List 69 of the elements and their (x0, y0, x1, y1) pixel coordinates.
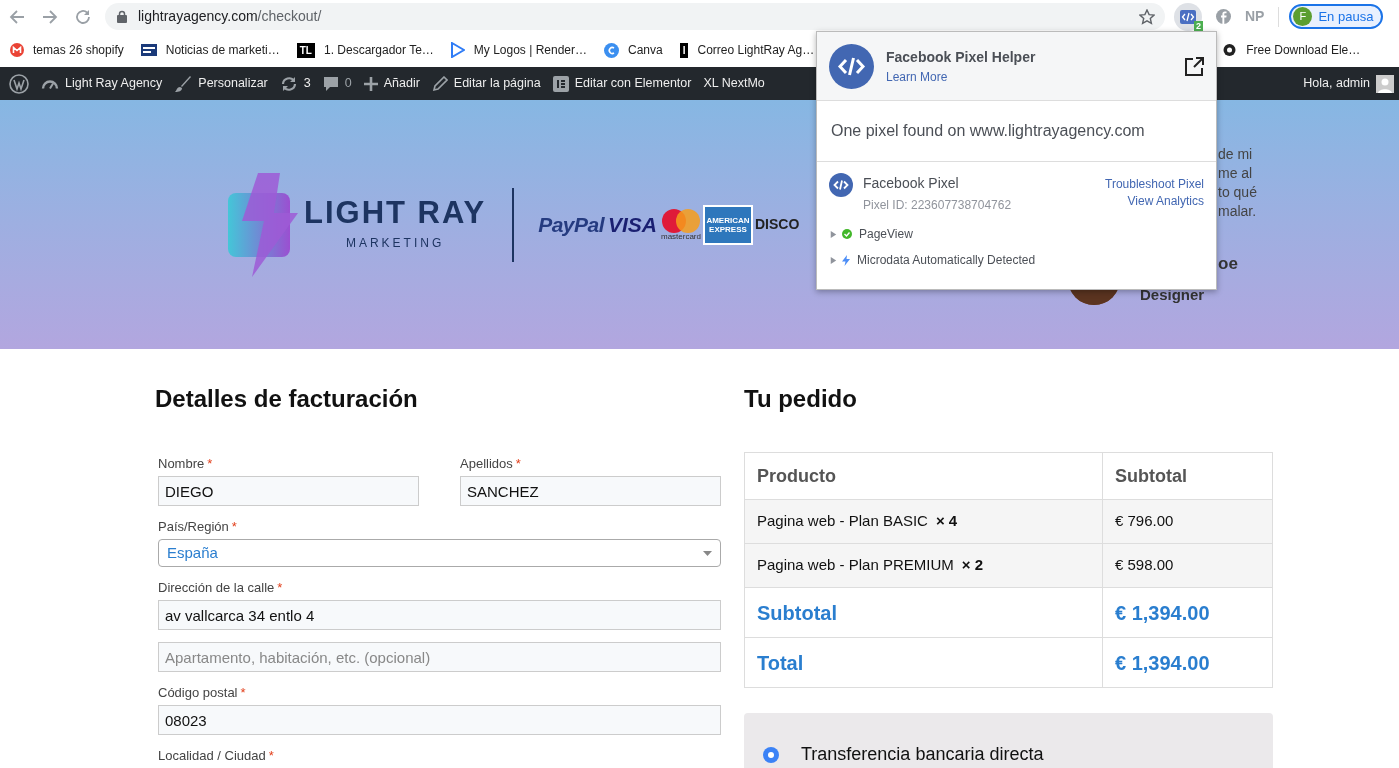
bookmark-item[interactable]: My Logos | Render… (450, 41, 587, 59)
pixel-summary: One pixel found on www.lightrayagency.com (831, 121, 1145, 141)
event-row[interactable]: PageView (830, 226, 1203, 242)
bookmark-item[interactable]: I Correo LightRay Ag… (679, 41, 815, 59)
bookmark-item[interactable]: TL 1. Descargador Te… (296, 41, 434, 59)
input-field[interactable]: Apartamento, habitación, etc. (opcional) (158, 642, 721, 672)
table-cell: Pagina web - Plan PREMIUM × 2 (744, 543, 1103, 588)
pixel-id: Pixel ID: 223607738704762 (863, 197, 1012, 214)
field-label: Código postal * (158, 684, 247, 701)
profile-button[interactable]: F En pausa (1289, 4, 1384, 29)
country-select[interactable]: España (158, 539, 721, 567)
table-cell: € 1,394.00 (1102, 587, 1273, 638)
field-label: Localidad / Ciudad * (158, 747, 275, 764)
bookmark-logo: TL (296, 42, 315, 58)
table-cell: Pagina web - Plan BASIC × 4 (744, 499, 1103, 544)
mastercard-logo: mastercard (660, 208, 701, 241)
table-cell: € 1,394.00 (1102, 637, 1273, 688)
brand-logo: LIGHT RAY MARKETING (228, 172, 487, 277)
testimonial-name: oe (1217, 254, 1239, 274)
field-label: Dirección de la calle * (158, 579, 284, 596)
address-bar[interactable]: lightrayagency.com/checkout/ (105, 3, 1165, 30)
testimonial-text: de mi (1218, 145, 1254, 164)
order-heading: Tu pedido (744, 384, 858, 414)
column-header: Producto (744, 452, 1103, 500)
admin-bar-item[interactable]: Light Ray Agency (35, 74, 169, 93)
testimonial-text: malar. (1218, 202, 1257, 221)
bookmark-logo: I (679, 42, 689, 58)
testimonial-text: to qué (1218, 183, 1257, 202)
testimonial-role: Designer (1140, 286, 1206, 304)
column-header: Subtotal (1102, 452, 1273, 500)
visa-logo: VISA (607, 211, 657, 238)
table-cell: € 796.00 (1102, 499, 1273, 544)
url-text: lightrayagency.com/checkout/ (138, 7, 322, 26)
bookmark-item[interactable]: Canva (604, 41, 663, 59)
account-menu[interactable]: Hola, admin (1303, 74, 1394, 93)
table-cell: Total (744, 637, 1103, 688)
admin-bar-item[interactable]: XL NextMo (697, 74, 771, 93)
field-label: Nombre * (158, 455, 214, 472)
admin-bar-item[interactable]: Personalizar (168, 74, 274, 93)
testimonial-text: me al (1218, 164, 1254, 183)
event-row[interactable]: Microdata Automatically Detected (830, 252, 1203, 268)
table-cell: € 598.00 (1102, 543, 1273, 588)
admin-bar-item[interactable]: 0 (316, 74, 358, 93)
profile-avatar: F (1293, 7, 1313, 26)
bookmark-item[interactable]: Noticias de marketi… (140, 41, 280, 59)
admin-bar-item[interactable]: Añadir (357, 74, 426, 93)
bookmark-item[interactable]: Free Download Ele… (1222, 41, 1361, 59)
billing-heading: Detalles de facturación (155, 384, 419, 414)
field-label: País/Región * (158, 518, 238, 535)
admin-bar-item[interactable]: Editar la página (425, 74, 547, 93)
input-field[interactable]: av vallcarca 34 entlo 4 (158, 600, 721, 630)
popup-title: Facebook Pixel Helper (886, 47, 1036, 67)
input-field[interactable]: SANCHEZ (460, 476, 721, 506)
field-label: Apellidos * (460, 455, 522, 472)
payment-method-label: Transferencia bancaria directa (801, 743, 1044, 766)
input-field[interactable]: DIEGO (158, 476, 419, 506)
input-field[interactable]: 08023 (158, 705, 721, 735)
pixel-name: Facebook Pixel (863, 174, 960, 193)
pixel-link[interactable]: View Analytics (1127, 193, 1204, 210)
learn-more-link[interactable]: Learn More (886, 67, 1036, 86)
admin-bar-item[interactable]: Editar con Elementor (546, 74, 698, 93)
count-badge: 2 (1194, 20, 1203, 32)
bookmark-item[interactable]: temas 26 shopify (10, 41, 124, 59)
amex-logo: AMERICAN EXPRESS (705, 206, 751, 243)
admin-bar-item[interactable]: 3 (273, 74, 317, 93)
discover-logo: DISCO (755, 215, 800, 234)
paypal-logo: PayPal (538, 211, 604, 238)
table-cell: Subtotal (744, 587, 1103, 638)
pixel-link[interactable]: Troubleshoot Pixel (1105, 176, 1204, 193)
